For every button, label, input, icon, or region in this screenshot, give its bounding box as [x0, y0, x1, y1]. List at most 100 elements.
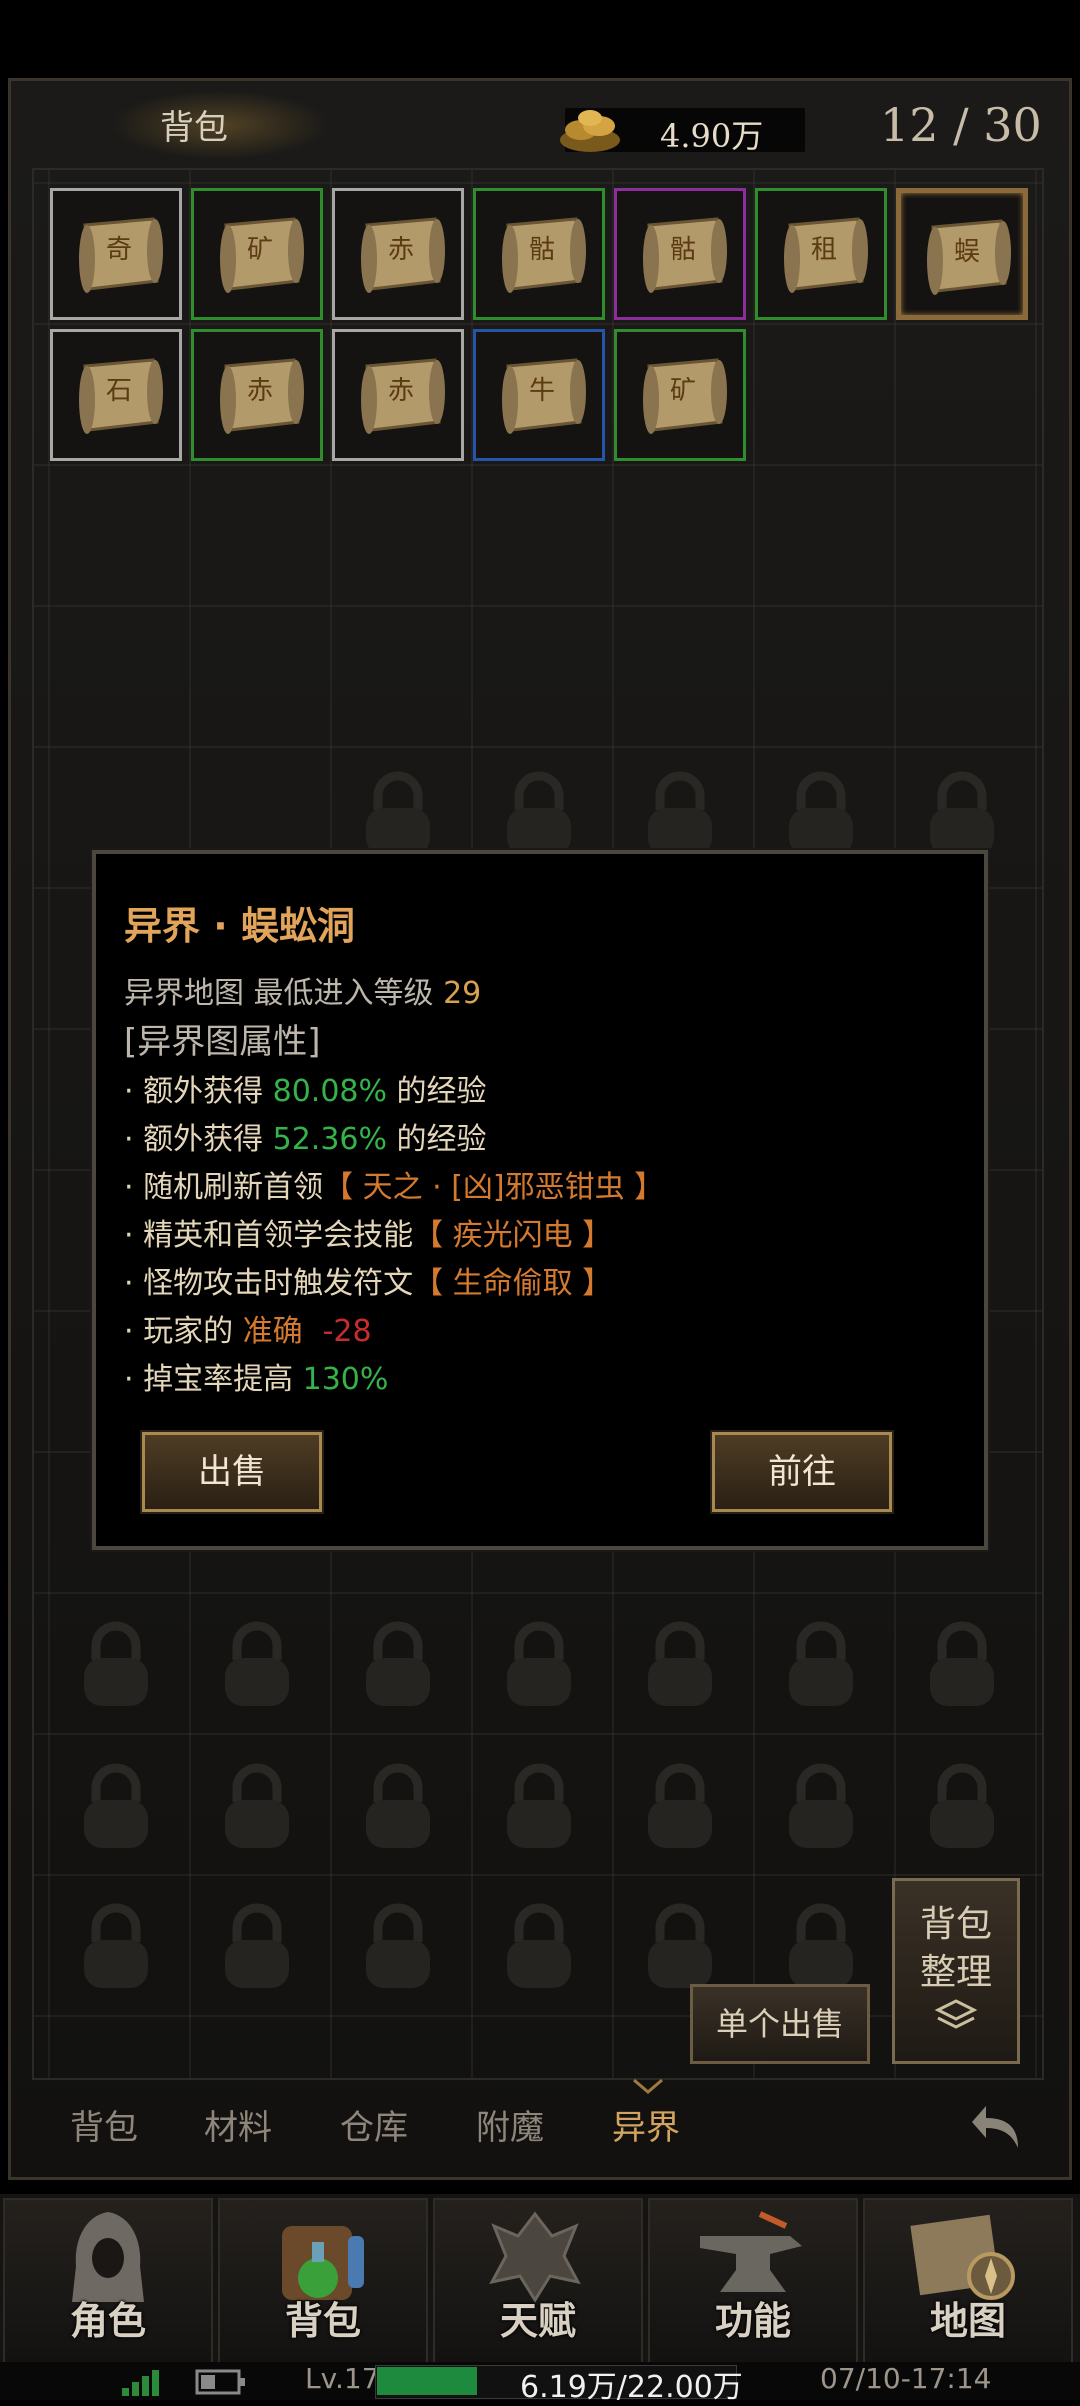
- lock-icon: [648, 1763, 712, 1848]
- item-slot[interactable]: 租: [755, 188, 887, 320]
- item-slot[interactable]: 石: [50, 329, 182, 461]
- attributes-heading: [异界图属性]: [124, 1022, 321, 1062]
- attr-value: 130%: [302, 1362, 389, 1397]
- min-level-value: 29: [443, 976, 482, 1011]
- item-glyph: 奇: [105, 235, 132, 265]
- active-tab-marker-icon: [633, 2078, 663, 2094]
- lock-icon: [507, 771, 571, 856]
- attr-text: · 额外获得: [124, 1122, 273, 1157]
- item-glyph: 骷: [528, 235, 555, 265]
- item-slot[interactable]: 奇: [50, 188, 182, 320]
- tab-warehouse[interactable]: 仓库: [340, 2100, 408, 2149]
- lock-icon: [789, 771, 853, 856]
- lock-icon: [789, 1903, 853, 1988]
- lock-icon: [84, 1763, 148, 1848]
- lock-icon: [366, 1621, 430, 1706]
- item-glyph: 石: [105, 376, 132, 406]
- attr-text: 的经验: [387, 1074, 487, 1109]
- lock-icon: [507, 1903, 571, 1988]
- back-arrow-icon[interactable]: [968, 2098, 1028, 2158]
- attr-value: 【 疾光闪电 】: [413, 1218, 613, 1253]
- lock-icon: [225, 1621, 289, 1706]
- lock-icon: [648, 1903, 712, 1988]
- min-level-label: 最低进入等级: [253, 976, 434, 1011]
- item-slot[interactable]: 赤: [332, 188, 464, 320]
- attr-line: · 怪物攻击时触发符文【 生命偷取 】: [124, 1258, 612, 1302]
- attr-line: · 额外获得 52.36% 的经验: [124, 1114, 487, 1158]
- item-glyph: 赤: [387, 376, 414, 406]
- tooltip-type-line: 异界地图 最低进入等级 29: [124, 968, 481, 1012]
- tooltip-title: 异界 · 蜈蚣洞: [124, 904, 355, 948]
- attr-text: 的经验: [387, 1122, 487, 1157]
- map-type: 异界地图: [124, 976, 244, 1011]
- sort-label-2: 整理: [919, 1952, 992, 1993]
- lock-icon: [366, 771, 430, 856]
- nav-label: 功能: [714, 2299, 791, 2343]
- item-slot[interactable]: 牛: [473, 329, 605, 461]
- tab-materials[interactable]: 材料: [204, 2100, 272, 2149]
- nav-label: 背包: [284, 2299, 361, 2343]
- sell-button[interactable]: 出售: [142, 1432, 322, 1512]
- item-slot[interactable]: 蜈: [896, 188, 1028, 320]
- attr-text: · 掉宝率提高: [124, 1362, 303, 1397]
- lock-icon: [507, 1763, 571, 1848]
- player-level: Lv.17: [305, 2362, 380, 2395]
- tab-bag[interactable]: 背包: [70, 2100, 138, 2149]
- nav-label: 角色: [69, 2299, 146, 2343]
- item-glyph: 骷: [669, 235, 696, 265]
- clock: 07/10-17:14: [820, 2362, 992, 2395]
- lock-icon: [507, 1621, 571, 1706]
- item-glyph: 赤: [387, 235, 414, 265]
- nav-label: 地图: [929, 2299, 1006, 2343]
- attr-text: · 怪物攻击时触发符文: [124, 1266, 414, 1301]
- sort-label-1: 背包: [919, 1904, 992, 1945]
- attr-line: · 额外获得 80.08% 的经验: [124, 1066, 487, 1110]
- xp-text: 6.19万/22.00万: [520, 2370, 743, 2405]
- attr-text: · 额外获得: [124, 1074, 273, 1109]
- nav-label: 天赋: [499, 2299, 576, 2343]
- lock-icon: [366, 1763, 430, 1848]
- item-glyph: 赤: [246, 376, 273, 406]
- item-slot[interactable]: 赤: [332, 329, 464, 461]
- battery-icon: [195, 2369, 245, 2395]
- lock-icon: [225, 1763, 289, 1848]
- lock-icon: [84, 1903, 148, 1988]
- go-button[interactable]: 前往: [712, 1432, 892, 1512]
- attr-value: 80.08%: [272, 1074, 387, 1109]
- attr-text: · 玩家的: [124, 1314, 243, 1349]
- attr-value: 【 生命偷取 】: [413, 1266, 613, 1301]
- gold-amount: 4.90万: [660, 117, 764, 155]
- attr-value: 52.36%: [272, 1122, 387, 1157]
- attr-value: 【 天之 · [凶]邪恶钳虫 】: [323, 1170, 665, 1205]
- lock-icon: [648, 1621, 712, 1706]
- item-glyph: 租: [810, 235, 837, 265]
- attr-line: · 精英和首领学会技能【 疾光闪电 】: [124, 1210, 612, 1254]
- attr-text: · 随机刷新首领: [124, 1170, 324, 1205]
- lock-icon: [930, 771, 994, 856]
- lock-icon: [366, 1903, 430, 1988]
- item-slot[interactable]: 矿: [191, 188, 323, 320]
- sort-bag-button[interactable]: 背包 整理: [892, 1878, 1020, 2064]
- item-slot[interactable]: 赤: [191, 329, 323, 461]
- sell-single-button[interactable]: 单个出售: [690, 1984, 870, 2064]
- lock-icon: [225, 1903, 289, 1988]
- layers-icon: [934, 1999, 978, 2029]
- attr-line: · 掉宝率提高 130%: [124, 1354, 388, 1398]
- signal-icon: [122, 2370, 159, 2396]
- item-slot[interactable]: 骷: [473, 188, 605, 320]
- tab-enchant[interactable]: 附魔: [476, 2100, 544, 2149]
- attr-value: -28: [322, 1314, 372, 1349]
- attr-line: · 玩家的 准确 -28: [124, 1306, 372, 1350]
- attr-line: · 随机刷新首领【 天之 · [凶]邪恶钳虫 】: [124, 1162, 664, 1206]
- tab-otherworld[interactable]: 异界: [612, 2100, 680, 2149]
- xp-bar-fill: [377, 2367, 477, 2395]
- item-slot[interactable]: 矿: [614, 329, 746, 461]
- item-slot[interactable]: 骷: [614, 188, 746, 320]
- item-glyph: 牛: [528, 376, 555, 406]
- attr-text: · 精英和首领学会技能: [124, 1218, 414, 1253]
- lock-icon: [930, 1621, 994, 1706]
- lock-icon: [648, 771, 712, 856]
- lock-icon: [789, 1621, 853, 1706]
- attr-stat: 准确: [242, 1314, 303, 1349]
- lock-icon: [930, 1763, 994, 1848]
